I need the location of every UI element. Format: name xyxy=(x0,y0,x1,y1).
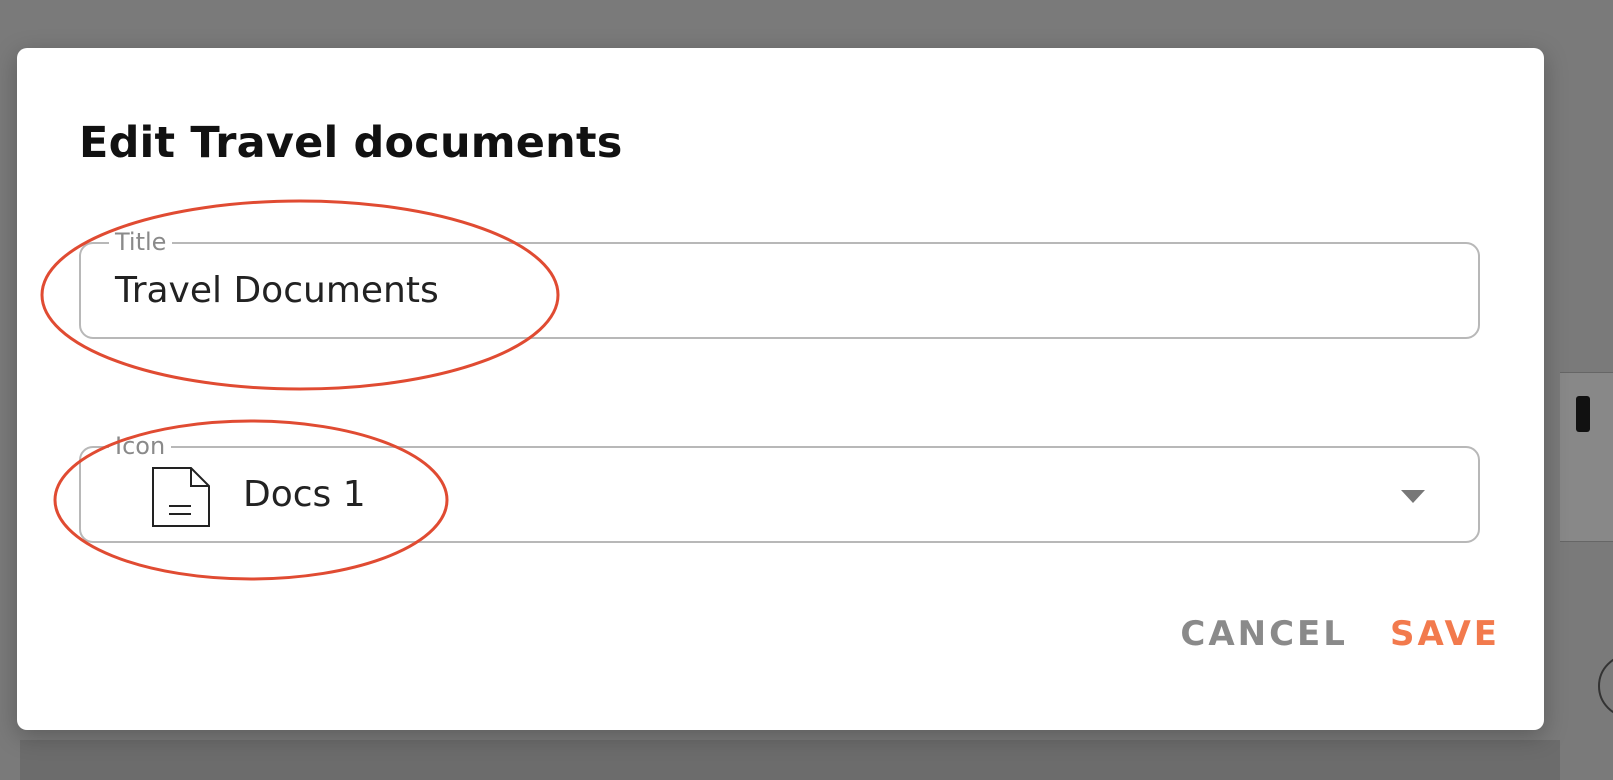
dialog-title: Edit Travel documents xyxy=(79,118,623,168)
icon-field-label: Icon xyxy=(109,432,172,460)
background-circle-button xyxy=(1598,654,1613,718)
title-input[interactable]: Travel Documents xyxy=(115,270,439,312)
title-field-label: Title xyxy=(109,228,173,256)
dialog-actions: CANCEL SAVE xyxy=(1180,614,1500,654)
background-strip xyxy=(20,740,1560,780)
edit-dialog: Edit Travel documents Title Travel Docum… xyxy=(17,48,1544,730)
background-icon xyxy=(1576,396,1590,432)
chevron-down-icon[interactable] xyxy=(1401,490,1425,503)
save-button[interactable]: SAVE xyxy=(1390,614,1500,654)
icon-select[interactable]: Icon Docs 1 xyxy=(79,432,1480,543)
title-field[interactable]: Title Travel Documents xyxy=(79,228,1480,339)
document-icon xyxy=(149,466,213,528)
cancel-button[interactable]: CANCEL xyxy=(1180,614,1348,654)
icon-select-value: Docs 1 xyxy=(243,474,366,515)
